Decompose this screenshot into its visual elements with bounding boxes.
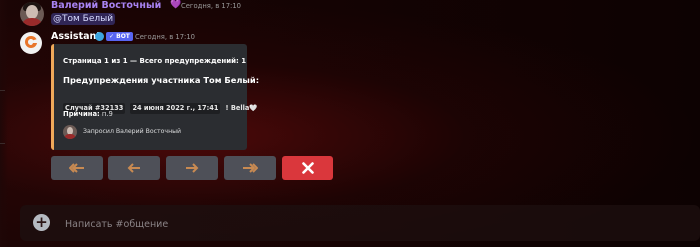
message-input[interactable] (63, 212, 667, 236)
arrow-right-icon (186, 163, 199, 173)
close-icon (301, 162, 314, 174)
avatar[interactable] (20, 2, 44, 26)
message-composer: + (20, 205, 700, 241)
embed-page-info: Страница 1 из 1 — Всего предупреждений: … (63, 57, 247, 65)
warning-reason: Причина: п.9 (63, 110, 113, 118)
arrow-left-icon (127, 163, 140, 173)
add-attachment-button[interactable]: + (33, 214, 50, 231)
close-button[interactable] (282, 156, 333, 180)
avatar-coat (64, 134, 76, 139)
edge-divider (0, 143, 5, 144)
previous-page-button[interactable] (108, 156, 160, 180)
globe-icon (95, 32, 104, 41)
reason-value: п.9 (101, 110, 113, 118)
message-timestamp: Сегодня, в 17:10 (181, 2, 241, 10)
last-page-button[interactable] (224, 156, 276, 180)
user-mention[interactable]: @Том Белый (51, 13, 116, 25)
warning-case-row: Случай #32133 24 июня 2022 г., 17:41 ! B… (63, 95, 258, 114)
bot-logo-icon (25, 36, 37, 48)
bot-badge: ✓ BOT (106, 32, 133, 41)
author-name[interactable]: Валерий Восточный (51, 0, 161, 11)
double-arrow-left-icon (69, 163, 84, 173)
edge-divider (0, 90, 5, 91)
bot-avatar[interactable] (20, 32, 42, 54)
avatar-coat (21, 18, 43, 26)
message-timestamp: Сегодня, в 17:10 (135, 33, 195, 41)
reason-label: Причина: (63, 110, 100, 118)
author-name[interactable]: Assistant (51, 31, 101, 42)
edge-marks (0, 90, 5, 196)
footer-avatar (63, 125, 77, 139)
avatar-face (26, 5, 38, 19)
case-issuer: ! Bella🤍 (225, 104, 258, 112)
embed-title: Предупреждения участника Том Белый: (63, 75, 260, 85)
first-page-button[interactable] (51, 156, 103, 180)
case-date: 24 июня 2022 г., 17:41 (130, 103, 221, 114)
warnings-embed: Страница 1 из 1 — Всего предупреждений: … (51, 44, 259, 150)
next-page-button[interactable] (166, 156, 218, 180)
embed-footer: Запросил Валерий Восточный (83, 128, 182, 135)
heart-icon: 💜 (170, 0, 182, 10)
double-arrow-right-icon (243, 163, 258, 173)
